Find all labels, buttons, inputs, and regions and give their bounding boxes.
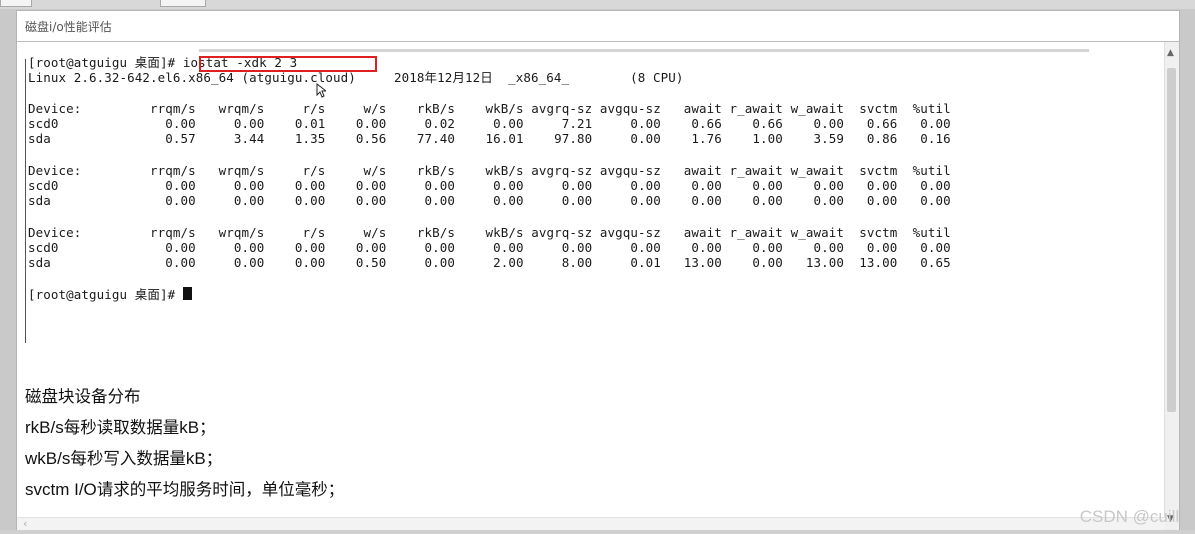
- bottom-strip: [0, 530, 1195, 534]
- chevron-left-icon[interactable]: ‹: [23, 517, 27, 530]
- terminal-sysinfo: Linux 2.6.32-642.el6.x86_64 (atguigu.clo…: [28, 70, 684, 85]
- tab-stub[interactable]: [160, 0, 206, 7]
- note-unit: kB: [179, 418, 200, 437]
- title-bar: 磁盘i/o性能评估: [17, 11, 1179, 42]
- note-term: wkB/s: [25, 449, 71, 468]
- note-term: svctm I/O: [25, 480, 97, 499]
- document-window: 磁盘i/o性能评估 [root@atguigu 桌面]# iostat -xdk…: [16, 10, 1180, 531]
- terminal-left-line: [25, 59, 26, 343]
- note-line: svctm I/O请求的平均服务时间，单位毫秒；: [25, 474, 344, 505]
- note-line: rkB/s每秒读取数据量kB；: [25, 412, 344, 443]
- terminal-row: sda 0.00 0.00 0.00 0.50 0.00 2.00 8.00 0…: [28, 255, 951, 270]
- document-content[interactable]: [root@atguigu 桌面]# iostat -xdk 2 3 Linux…: [17, 42, 1179, 530]
- note-unit: kB: [185, 449, 206, 468]
- terminal-row: scd0 0.00 0.00 0.00 0.00 0.00 0.00 0.00 …: [28, 240, 951, 255]
- note-term: rkB/s: [25, 418, 64, 437]
- note-text: 磁盘块设备分布: [25, 387, 141, 406]
- tab-stub[interactable]: [0, 0, 32, 7]
- terminal-row: sda 0.57 3.44 1.35 0.56 77.40 16.01 97.8…: [28, 131, 951, 146]
- terminal-top-line: [199, 49, 1089, 52]
- terminal-row: scd0 0.00 0.00 0.01 0.00 0.02 0.00 7.21 …: [28, 116, 951, 131]
- horizontal-scrollbar[interactable]: ‹: [17, 517, 1165, 530]
- terminal-screenshot: [root@atguigu 桌面]# iostat -xdk 2 3 Linux…: [23, 45, 1089, 345]
- note-text: 每秒写入数据量: [70, 449, 186, 468]
- terminal-final-prompt: [root@atguigu 桌面]#: [28, 287, 183, 302]
- chevron-up-icon[interactable]: ▲: [1167, 48, 1174, 58]
- terminal-prompt: [root@atguigu 桌面]#: [28, 55, 183, 70]
- window-title: 磁盘i/o性能评估: [25, 20, 112, 34]
- terminal-final-line: [root@atguigu 桌面]#: [28, 287, 192, 303]
- terminal-header: Device: rrqm/s wrqm/s r/s w/s rkB/s wkB/…: [28, 101, 951, 116]
- notes-section: 磁盘块设备分布 rkB/s每秒读取数据量kB； wkB/s每秒写入数据量kB； …: [25, 381, 344, 505]
- note-punct: ；: [199, 418, 216, 437]
- scrollbar-thumb[interactable]: [1167, 68, 1176, 412]
- note-text: 每秒读取数据量: [63, 418, 180, 437]
- top-strip: [0, 0, 1195, 9]
- terminal-row: scd0 0.00 0.00 0.00 0.00 0.00 0.00 0.00 …: [28, 178, 951, 193]
- note-text: 请求的平均服务时间，单位毫秒；: [96, 480, 345, 499]
- terminal-header: Device: rrqm/s wrqm/s r/s w/s rkB/s wkB/…: [28, 225, 951, 240]
- vertical-scrollbar[interactable]: ▲ ▼: [1164, 42, 1179, 530]
- note-line: 磁盘块设备分布: [25, 381, 344, 412]
- terminal-header: Device: rrqm/s wrqm/s r/s w/s rkB/s wkB/…: [28, 163, 951, 178]
- note-line: wkB/s每秒写入数据量kB；: [25, 443, 344, 474]
- watermark: CSDN @cuilll: [1079, 507, 1183, 526]
- text-cursor-icon: [316, 83, 326, 98]
- terminal-row: sda 0.00 0.00 0.00 0.00 0.00 0.00 0.00 0…: [28, 193, 951, 208]
- note-punct: ；: [205, 449, 223, 468]
- terminal-cursor: [182, 287, 192, 300]
